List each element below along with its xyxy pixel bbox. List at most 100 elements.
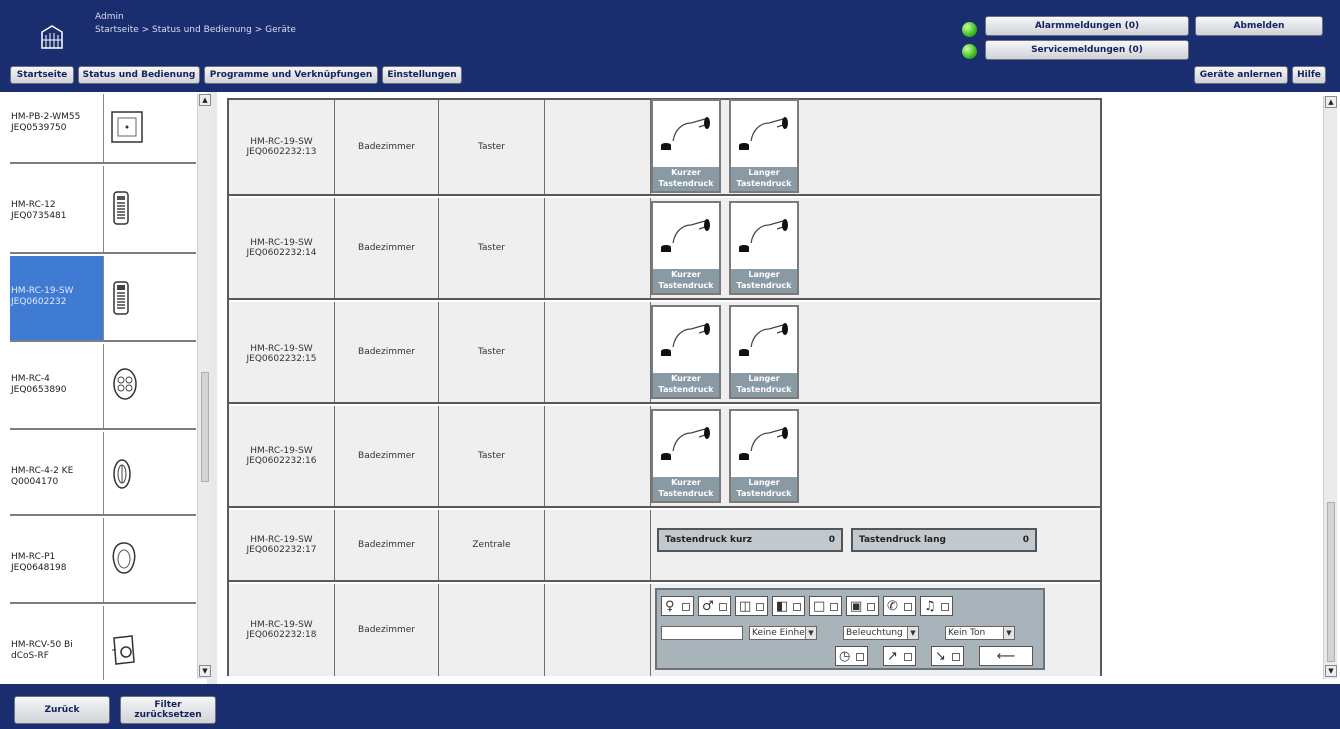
phone-symbol-toggle[interactable]: ✆ (883, 596, 916, 616)
window-icon: ◫ (739, 598, 752, 614)
virtual-remote-icon (112, 635, 135, 665)
arrow-down-symbol-toggle[interactable]: ↘ (931, 646, 964, 666)
channel-empty-cell (545, 406, 651, 506)
scroll-thumb[interactable] (1327, 502, 1335, 662)
alarm-messages-button[interactable]: Alarmmeldungen (0) (985, 16, 1189, 36)
device-list-item[interactable]: HM-RC-P1 JEQ0648198 (10, 518, 196, 604)
device-name: HM-RC-4 JEQ0653890 (11, 374, 67, 395)
logout-button[interactable]: Abmelden (1195, 16, 1323, 36)
header-bar: Admin Startseite > Status und Bedienung … (0, 0, 1340, 92)
channel-name: HM-RC-19-SW JEQ0602232:14 (229, 198, 335, 298)
device-list-item[interactable]: HM-RC-4-2 KE Q0004170 (10, 432, 196, 516)
nav-startseite[interactable]: Startseite (10, 66, 74, 84)
short-press-label: Kurzer Tastendruck (653, 477, 719, 501)
light-select[interactable]: Beleuchtung ▼ (843, 626, 919, 640)
channel-empty-cell (545, 100, 651, 194)
window-symbol-toggle[interactable]: ◫ (735, 596, 768, 616)
short-press-button[interactable]: Kurzer Tastendruck (651, 409, 721, 503)
scroll-down-arrow-icon[interactable]: ▼ (199, 665, 211, 677)
long-press-button[interactable]: Langer Tastendruck (729, 99, 799, 193)
scroll-down-arrow-icon[interactable]: ▼ (1325, 665, 1337, 677)
device-list-scrollbar[interactable]: ▲ ▼ (197, 94, 211, 679)
device-list-item[interactable]: HM-PB-2-WM55 JEQ0539750 (10, 94, 196, 164)
hand-press-icon (731, 307, 797, 373)
bell-symbol-toggle[interactable]: ♫ (920, 596, 953, 616)
short-press-button[interactable]: Kurzer Tastendruck (651, 201, 721, 295)
bell-icon: ♫ (924, 598, 936, 614)
device-list-item[interactable]: HM-RC-12 JEQ0735481 (10, 166, 196, 254)
channel-empty-cell (545, 584, 651, 676)
short-press-counter: Tastendruck kurz 0 (657, 528, 843, 552)
long-press-button[interactable]: Langer Tastendruck (729, 201, 799, 295)
service-messages-button[interactable]: Servicemeldungen (0) (985, 40, 1189, 60)
device-list-item-selected[interactable]: HM-RC-19-SW JEQ0602232 (10, 256, 196, 342)
alarm-status-led (962, 22, 977, 37)
clock-icon: ◷ (839, 648, 851, 664)
short-press-label: Kurzer Tastendruck (653, 269, 719, 293)
device-name: HM-RCV-50 Bi dCoS-RF (11, 640, 73, 661)
long-press-button[interactable]: Langer Tastendruck (729, 305, 799, 399)
channel-row: HM-RC-19-SW JEQ0602232:18 Badezimmer ♀ ♂… (229, 584, 1100, 676)
channel-type: Taster (439, 100, 545, 194)
channel-control: Kurzer Tastendruck Langer Tastendruck (651, 198, 1100, 298)
enter-arrow-icon: ⟵ (996, 648, 1016, 664)
main-scrollbar[interactable]: ▲ ▼ (1323, 96, 1337, 679)
long-press-label: Langer Tastendruck (731, 269, 797, 293)
hand-press-icon (731, 101, 797, 167)
nav-programme-und-verknuepfungen[interactable]: Programme und Verknüpfungen (204, 66, 378, 84)
short-press-counter-label: Tastendruck kurz (665, 535, 753, 545)
remote-12-icon (113, 191, 129, 225)
short-press-button[interactable]: Kurzer Tastendruck (651, 99, 721, 193)
teach-devices-button[interactable]: Geräte anlernen (1194, 66, 1288, 84)
scroll-thumb[interactable] (201, 372, 209, 482)
sound-select[interactable]: Kein Ton ▼ (945, 626, 1015, 640)
short-press-button[interactable]: Kurzer Tastendruck (651, 305, 721, 399)
channel-type (439, 584, 545, 676)
blind-symbol-toggle[interactable]: □ (809, 596, 842, 616)
device-list-item[interactable]: HM-RC-4 JEQ0653890 (10, 344, 196, 430)
channel-type: Zentrale (439, 510, 545, 580)
arrow-up-right-icon: ↗ (887, 648, 898, 664)
device-name: HM-PB-2-WM55 JEQ0539750 (11, 112, 81, 133)
channel-name: HM-RC-19-SW JEQ0602232:18 (229, 584, 335, 676)
channel-type: Taster (439, 198, 545, 298)
switch-symbol-toggle[interactable]: ♂ (698, 596, 731, 616)
play-symbol-toggle[interactable]: ▣ (846, 596, 879, 616)
channel-name: HM-RC-19-SW JEQ0602232:13 (229, 100, 335, 194)
nav-einstellungen[interactable]: Einstellungen (382, 66, 462, 84)
nav-status-und-bedienung[interactable]: Status und Bedienung (78, 66, 200, 84)
channel-row: HM-RC-19-SW JEQ0602232:16 Badezimmer Tas… (229, 406, 1100, 508)
channel-control: ♀ ♂ ◫ ◧ □ ▣ ✆ ♫ Keine Einhei ▼ Beleuchtun… (651, 584, 1100, 676)
channel-name: HM-RC-19-SW JEQ0602232:15 (229, 302, 335, 402)
chevron-down-icon: ▼ (1003, 627, 1014, 639)
channel-table-area: HM-RC-19-SW JEQ0602232:13 Badezimmer Tas… (217, 92, 1323, 684)
scroll-up-arrow-icon[interactable]: ▲ (1325, 96, 1337, 108)
back-button[interactable]: Zurück (14, 696, 110, 724)
play-icon: ▣ (850, 598, 863, 614)
channel-type: Taster (439, 302, 545, 402)
unit-select[interactable]: Keine Einhei ▼ (749, 626, 817, 640)
long-press-counter-label: Tastendruck lang (859, 535, 946, 545)
hand-press-icon (731, 203, 797, 269)
channel-control: Tastendruck kurz 0 Tastendruck lang 0 (651, 510, 1100, 580)
short-press-label: Kurzer Tastendruck (653, 373, 719, 397)
help-button[interactable]: Hilfe (1292, 66, 1326, 84)
device-list-item[interactable]: HM-RCV-50 Bi dCoS-RF (10, 606, 196, 680)
door-symbol-toggle[interactable]: ◧ (772, 596, 805, 616)
bulb-symbol-toggle[interactable]: ♀ (661, 596, 694, 616)
channel-name: HM-RC-19-SW JEQ0602232:16 (229, 406, 335, 506)
long-press-button[interactable]: Langer Tastendruck (729, 409, 799, 503)
arrow-up-symbol-toggle[interactable]: ↗ (883, 646, 916, 666)
channel-control: Kurzer Tastendruck Langer Tastendruck (651, 302, 1100, 402)
breadcrumb: Startseite > Status und Bedienung > Gerä… (95, 25, 296, 35)
channel-empty-cell (545, 302, 651, 402)
send-button[interactable]: ⟵ (979, 646, 1033, 666)
reset-filter-button[interactable]: Filter zurücksetzen (120, 696, 216, 724)
channel-control: Kurzer Tastendruck Langer Tastendruck (651, 406, 1100, 506)
wall-switch-icon (111, 111, 143, 143)
display-control-panel: ♀ ♂ ◫ ◧ □ ▣ ✆ ♫ Keine Einhei ▼ Beleuchtun… (655, 588, 1045, 670)
keyfob-ke-icon (113, 459, 131, 489)
display-text-input[interactable] (661, 626, 743, 640)
clock-symbol-toggle[interactable]: ◷ (835, 646, 868, 666)
scroll-up-arrow-icon[interactable]: ▲ (199, 94, 211, 106)
